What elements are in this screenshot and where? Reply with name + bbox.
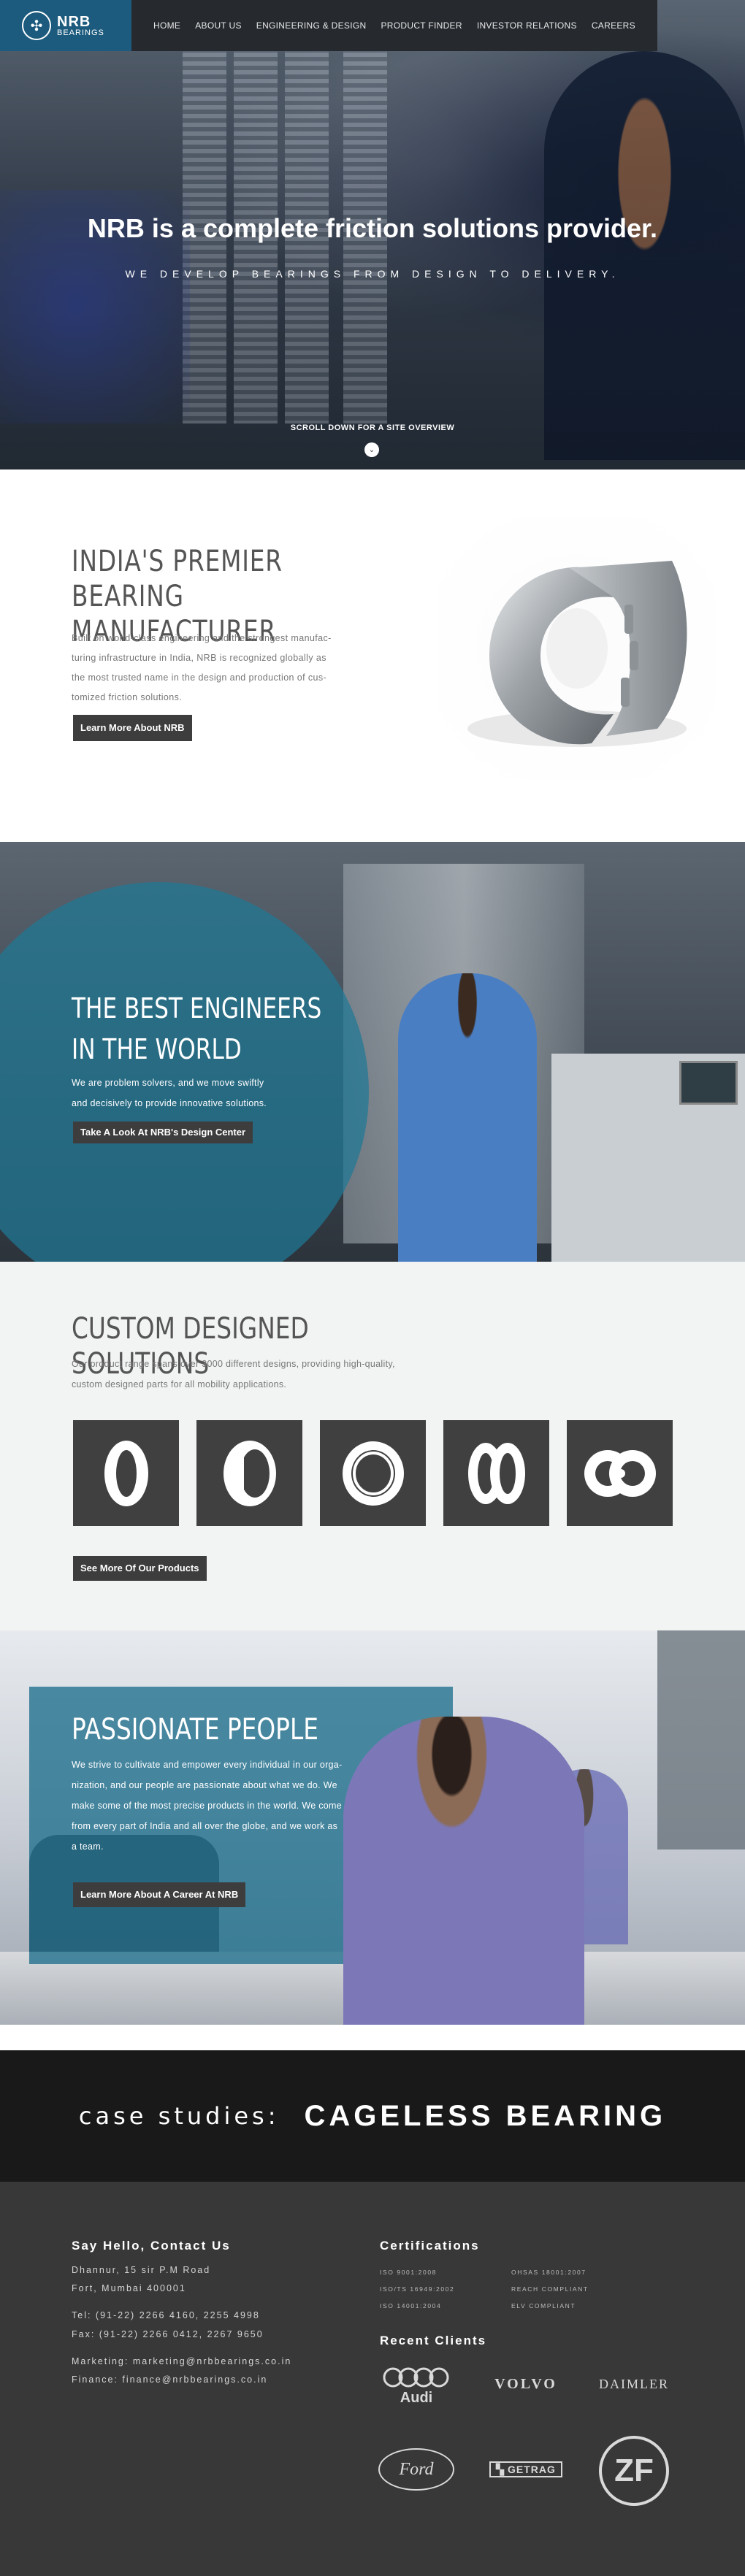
certifications-heading: Certifications (380, 2239, 480, 2253)
people-section: PASSIONATE PEOPLE We strive to cultivate… (0, 1630, 745, 2025)
learn-more-nrb-button[interactable]: Learn More About NRB (73, 715, 192, 741)
people-text-line: a team. (72, 1841, 104, 1852)
volvo-logo: VOLVO (494, 2375, 557, 2392)
engineers-text: We are problem solvers, and we move swif… (72, 1073, 320, 1113)
product-tile[interactable] (567, 1420, 673, 1526)
logo[interactable]: ✣ NRB BEARINGS (0, 0, 131, 51)
logo-name: NRB (57, 13, 91, 30)
engineers-title-line2: IN THE WORLD (72, 1033, 242, 1065)
contact-heading: Say Hello, Contact Us (72, 2239, 231, 2253)
product-tile[interactable] (196, 1420, 302, 1526)
certification-item: ELV COMPLIANT (511, 2302, 576, 2309)
nav-product-finder[interactable]: PRODUCT FINDER (381, 20, 462, 31)
product-tile[interactable] (73, 1420, 179, 1526)
premier-section: INDIA'S PREMIER BEARING MANUFACTURER Bui… (0, 469, 745, 842)
case-study-label: case studies: (78, 2102, 280, 2130)
logo-compass-icon: ✣ (22, 11, 51, 40)
address-line: Fort, Mumbai 400001 (72, 2283, 186, 2293)
office-window (657, 1630, 745, 1849)
marketing-email[interactable]: Marketing: marketing@nrbbearings.co.in (72, 2356, 291, 2366)
nav-engineering-design[interactable]: ENGINEERING & DESIGN (256, 20, 367, 31)
premier-text-line: tomized friction solutions. (72, 692, 183, 702)
custom-text-line: custom designed parts for all mobility a… (72, 1379, 287, 1389)
teal-circle-overlay (0, 882, 369, 1262)
getrag-mark-icon: ▚ (496, 2463, 505, 2475)
certification-item: OHSAS 18001:2007 (511, 2269, 587, 2276)
premier-text: Built on world-class engineering and the… (72, 629, 378, 708)
premier-text-line: the most trusted name in the design and … (72, 672, 327, 683)
product-tile[interactable] (320, 1420, 426, 1526)
people-text-line: nization, and our people are passionate … (72, 1780, 337, 1790)
nav-careers[interactable]: CAREERS (592, 20, 635, 31)
scroll-hint[interactable]: SCROLL DOWN FOR A SITE OVERVIEW (0, 423, 745, 432)
product-tile[interactable] (443, 1420, 549, 1526)
finance-email[interactable]: Finance: finance@nrbbearings.co.in (72, 2374, 267, 2385)
people-title: PASSIONATE PEOPLE (72, 1713, 318, 1747)
client-name: Audi (400, 2389, 433, 2406)
engineers-title: THE BEST ENGINEERS IN THE WORLD (72, 988, 323, 1070)
getrag-logo: ▚ GETRAG (489, 2461, 562, 2477)
hero-subtitle: WE DEVELOP BEARINGS FROM DESIGN TO DELIV… (125, 268, 620, 280)
premier-title-line1: INDIA'S PREMIER (72, 545, 283, 578)
see-more-products-button[interactable]: See More Of Our Products (73, 1556, 207, 1581)
nav-about-us[interactable]: ABOUT US (195, 20, 242, 31)
roller-bearing-icon (342, 1441, 404, 1506)
career-button[interactable]: Learn More About A Career At NRB (73, 1882, 246, 1907)
people-text-line: from every part of India and all over th… (72, 1821, 338, 1831)
custom-section: CUSTOM DESIGNED SOLUTIONS Our product ra… (0, 1262, 745, 1630)
premier-text-line: turing infrastructure in India, NRB is r… (72, 653, 326, 663)
footer: Say Hello, Contact Us Dhannur, 15 sir P.… (0, 2182, 745, 2576)
people-text-line: make some of the most precise products i… (72, 1801, 343, 1811)
address-line: Dhannur, 15 sir P.M Road (72, 2265, 211, 2275)
audi-rings-icon (383, 2367, 449, 2387)
ring-bearing-icon (104, 1440, 148, 1506)
logo-wordmark: NRB BEARINGS (57, 15, 104, 37)
bearing-image (438, 517, 716, 780)
double-roller-icon (584, 1449, 656, 1497)
case-study-banner[interactable]: case studies: CAGELESS BEARING (0, 2050, 745, 2182)
hero-section: ✣ NRB BEARINGS HOME ABOUT US ENGINEERING… (0, 0, 745, 469)
case-study-title: CAGELESS BEARING (304, 2099, 667, 2132)
certification-item: ISO 14001:2004 (380, 2302, 442, 2309)
engineer-figure (398, 973, 537, 1262)
section-divider (0, 2025, 745, 2050)
certification-item: ISO/TS 16949:2002 (380, 2285, 455, 2293)
certification-item: ISO 9001:2008 (380, 2269, 437, 2276)
premier-text-line: Built on world-class engineering and the… (72, 633, 332, 643)
daimler-logo: DAIMLER (599, 2376, 669, 2391)
people-text-line: We strive to cultivate and empower every… (72, 1760, 343, 1770)
main-nav: HOME ABOUT US ENGINEERING & DESIGN PRODU… (131, 0, 657, 51)
certification-item: REACH COMPLIANT (511, 2285, 589, 2293)
control-screen (679, 1061, 738, 1105)
clients-heading: Recent Clients (380, 2334, 487, 2347)
hero-title: NRB is a complete friction solutions pro… (87, 213, 658, 243)
page: ✣ NRB BEARINGS HOME ABOUT US ENGINEERING… (0, 0, 745, 2576)
fax: Fax: (91-22) 2266 0412, 2267 9650 (72, 2329, 264, 2339)
nav-investor-relations[interactable]: INVESTOR RELATIONS (477, 20, 577, 31)
telephone: Tel: (91-22) 2266 4160, 2255 4998 (72, 2310, 260, 2320)
engineers-text-line: We are problem solvers, and we move swif… (72, 1078, 264, 1088)
zf-logo: ZF (599, 2436, 669, 2506)
engineers-title-line1: THE BEST ENGINEERS (72, 992, 322, 1024)
design-center-button[interactable]: Take A Look At NRB's Design Center (73, 1122, 253, 1143)
chevron-down-icon[interactable]: ⌄ (364, 442, 379, 457)
ford-logo: Ford (378, 2448, 454, 2491)
engineers-text-line: and decisively to provide innovative sol… (72, 1098, 267, 1108)
engineers-section: THE BEST ENGINEERS IN THE WORLD We are p… (0, 842, 745, 1262)
people-text: We strive to cultivate and empower every… (72, 1755, 415, 1857)
custom-text: Our product range spans over 3000 differ… (72, 1354, 510, 1395)
logo-sub: BEARINGS (57, 28, 104, 37)
custom-text-line: Our product range spans over 3000 differ… (72, 1359, 395, 1369)
needle-cage-icon (223, 1440, 276, 1506)
audi-logo: Audi (380, 2361, 453, 2412)
double-ring-icon (467, 1442, 525, 1504)
client-name: GETRAG (507, 2464, 556, 2475)
nav-home[interactable]: HOME (153, 20, 180, 31)
